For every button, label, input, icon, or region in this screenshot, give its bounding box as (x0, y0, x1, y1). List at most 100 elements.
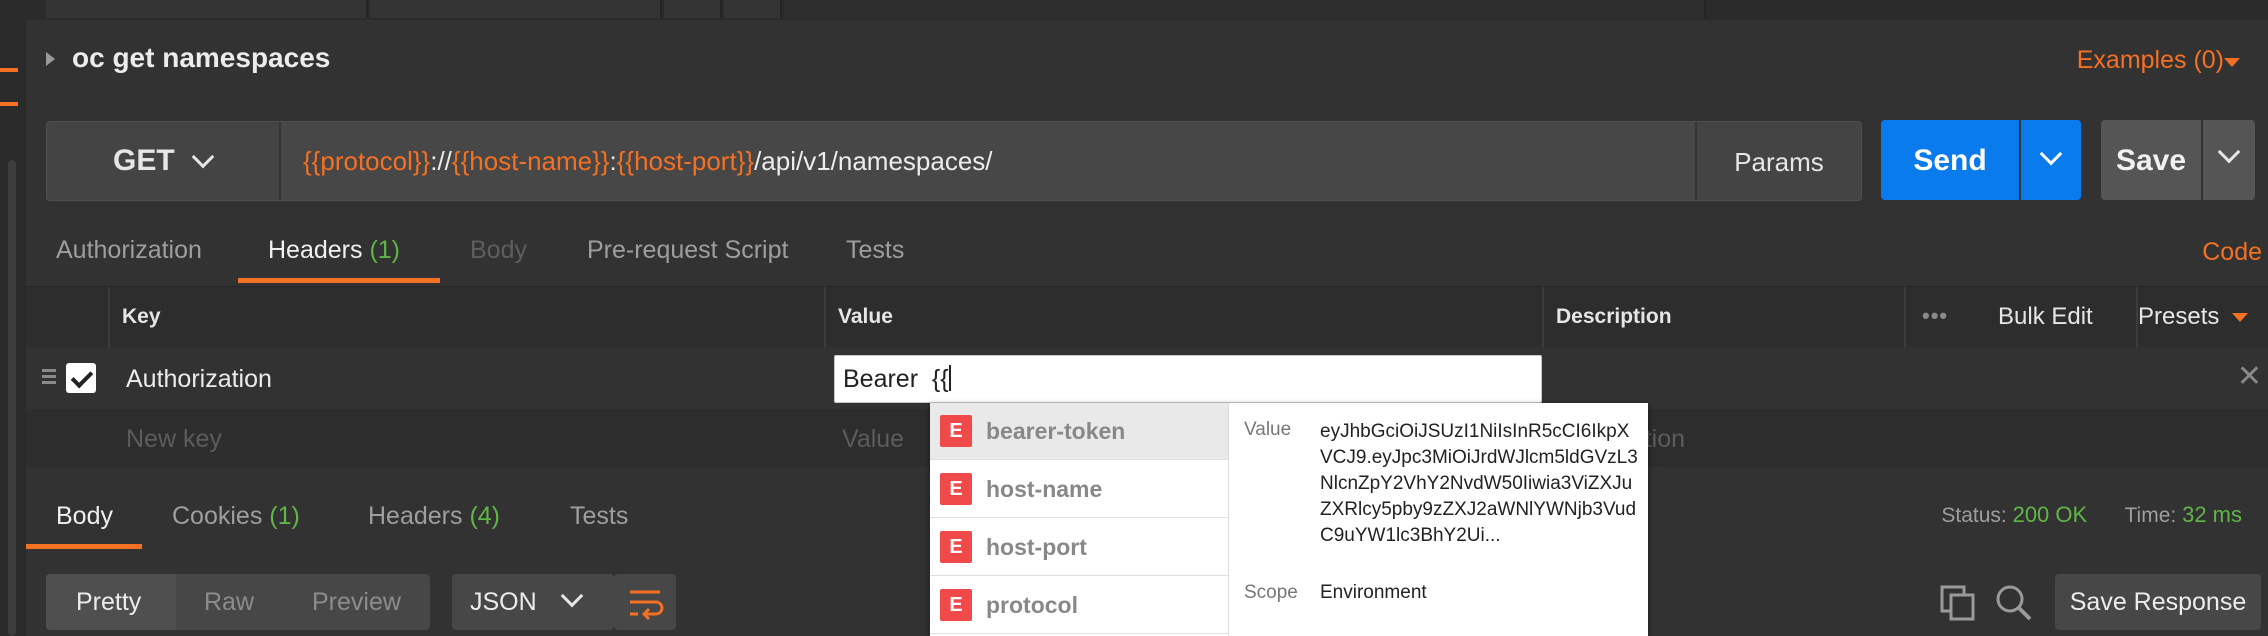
value-key-label: Value (1244, 419, 1292, 440)
url-variable: {{host-name}} (451, 146, 610, 176)
variable-option[interactable]: E host-name (930, 461, 1228, 518)
row-enabled-checkbox[interactable] (66, 363, 96, 393)
response-tab-headers[interactable]: Headers (4) (368, 502, 500, 531)
variable-detail: Value eyJhbGciOiJSUzI1NiIsInR5cCI6IkpXVC… (1228, 403, 1648, 636)
caret-down-icon[interactable] (2232, 313, 2248, 322)
open-tab[interactable] (664, 0, 722, 18)
column-key: Key (122, 305, 161, 328)
time-label: Time: (2124, 504, 2177, 527)
variable-list: E bearer-token E host-name E host-port E… (930, 403, 1229, 636)
tab-authorization[interactable]: Authorization (56, 236, 202, 265)
request-name[interactable]: oc get namespaces (72, 42, 330, 74)
params-button[interactable]: Params (1695, 122, 1861, 200)
examples-dropdown[interactable]: Examples (0) (2077, 46, 2224, 75)
header-value-text: Bearer {{ (843, 365, 951, 394)
response-tab-tests[interactable]: Tests (570, 502, 628, 531)
column-divider (108, 287, 110, 347)
tab-body[interactable]: Body (470, 236, 527, 265)
response-tab-cookies-label: Cookies (172, 502, 263, 530)
response-tab-cookies-count: (1) (269, 502, 300, 530)
sidebar-strip (0, 0, 26, 636)
collapse-caret-icon[interactable] (46, 52, 55, 66)
open-tab[interactable] (370, 0, 662, 18)
url-input[interactable]: {{protocol}}://{{host-name}}:{{host-port… (303, 146, 993, 177)
send-button[interactable]: Send (1881, 120, 2019, 200)
header-value: Bearer {{ (843, 365, 949, 393)
url-segment: :// (430, 146, 452, 176)
caret-down-icon[interactable] (2224, 58, 2240, 67)
save-response-label: Save Response (2069, 588, 2247, 616)
active-tab-indicator (26, 544, 142, 549)
wrap-lines-icon (630, 590, 664, 621)
wrap-lines-button[interactable] (614, 574, 676, 630)
code-link[interactable]: Code (2202, 238, 2262, 267)
tab-tests[interactable]: Tests (846, 236, 904, 265)
header-key-field[interactable]: Authorization (126, 365, 272, 394)
copy-icon[interactable] (1940, 585, 1976, 626)
new-value-field[interactable]: Value (842, 425, 904, 454)
save-options-button[interactable] (2203, 120, 2255, 200)
variable-name: protocol (986, 592, 1078, 618)
column-divider (824, 287, 826, 347)
save-button[interactable]: Save (2101, 120, 2201, 200)
column-value: Value (838, 305, 893, 328)
variable-option[interactable]: E protocol (930, 577, 1228, 634)
format-preview-button[interactable]: Preview (312, 588, 401, 617)
column-description: Description (1556, 305, 1672, 328)
active-tab-indicator (238, 278, 440, 283)
tab-headers-count: (1) (369, 236, 401, 264)
tab-prerequest-script[interactable]: Pre-request Script (587, 236, 788, 265)
response-tab-body[interactable]: Body (56, 502, 113, 531)
environment-badge-icon: E (940, 473, 972, 505)
format-raw-button[interactable]: Raw (204, 588, 254, 617)
open-tab[interactable] (724, 0, 782, 18)
drag-handle-icon[interactable] (42, 369, 56, 387)
delete-row-icon[interactable]: ✕ (2237, 359, 2262, 394)
save-response-button[interactable]: Save Response (2055, 574, 2261, 630)
url-segment: : (609, 146, 617, 176)
sidebar-indicator (0, 102, 18, 106)
sidebar-scrollbar[interactable] (8, 160, 16, 636)
language-select[interactable]: JSON (452, 574, 614, 630)
tab-strip-space (784, 0, 1706, 18)
variable-scope: Environment (1320, 582, 1427, 603)
status-value: 200 OK (2012, 502, 2088, 527)
more-options-icon[interactable]: ••• (1922, 303, 1948, 329)
response-tab-headers-count: (4) (469, 502, 501, 530)
text-cursor (948, 365, 951, 391)
variable-option[interactable]: E host-port (930, 519, 1228, 576)
format-pretty-label[interactable]: Pretty (76, 588, 141, 617)
url-variable: {{host-port}} (616, 146, 755, 176)
response-tab-headers-label: Headers (368, 502, 463, 530)
sidebar-indicator (0, 68, 18, 72)
variable-name: host-name (986, 476, 1103, 502)
variable-autocomplete: E bearer-token E host-name E host-port E… (930, 403, 1648, 636)
response-tab-cookies[interactable]: Cookies (1) (172, 502, 300, 531)
environment-badge-icon: E (940, 531, 972, 563)
new-key-field[interactable]: New key (126, 425, 222, 454)
status-label: Status: (1941, 504, 2007, 527)
chevron-down-icon (2217, 140, 2241, 164)
time-value: 32 ms (2182, 502, 2242, 527)
bulk-edit-link[interactable]: Bulk Edit (1998, 303, 2093, 331)
url-segment: /api/v1/namespaces/ (754, 146, 993, 176)
headers-table-header: Key Value Description ••• Bulk Edit Pres… (26, 286, 2268, 348)
header-row: Authorization Bearer {{ ✕ (26, 347, 2268, 410)
chevron-down-icon (2039, 142, 2063, 166)
request-tab-strip (26, 0, 2268, 20)
response-status: Status: 200 OK Time: 32 ms (1941, 502, 2242, 528)
environment-badge-icon: E (940, 589, 972, 621)
method-select[interactable]: GET (47, 122, 281, 200)
column-divider (1542, 287, 1544, 347)
search-icon[interactable] (1994, 583, 2034, 628)
presets-dropdown[interactable]: Presets (2138, 303, 2219, 331)
params-label: Params (1734, 147, 1824, 177)
open-tab[interactable] (46, 0, 368, 18)
format-toggle-group: Pretty Raw Preview (46, 574, 430, 630)
send-options-button[interactable] (2021, 120, 2081, 200)
variable-name: bearer-token (986, 418, 1126, 444)
variable-option[interactable]: E bearer-token (930, 403, 1228, 460)
header-value-input[interactable]: Bearer {{ (834, 355, 1542, 403)
tab-headers[interactable]: Headers (1) (268, 236, 400, 265)
variable-name: host-port (986, 534, 1087, 560)
